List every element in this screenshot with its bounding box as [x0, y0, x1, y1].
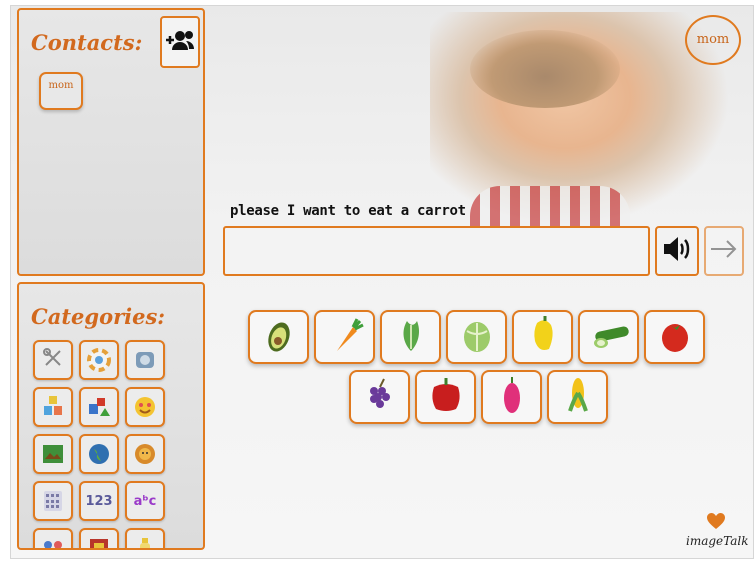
food-tile[interactable]: [314, 310, 375, 364]
food-tile[interactable]: [481, 370, 542, 424]
avocado-icon: [257, 313, 301, 361]
lettuce-icon: [389, 313, 433, 361]
food-tile[interactable]: [415, 370, 476, 424]
letters-icon: aᵇc: [133, 493, 157, 509]
category-tile[interactable]: [79, 434, 119, 474]
contacts-title: Contacts:: [31, 30, 143, 55]
hero-image-shirt: [470, 186, 630, 226]
sentence-text: please I want to eat a carrot: [230, 203, 466, 219]
speaker-icon: [661, 233, 693, 269]
categories-title: Categories:: [31, 304, 166, 329]
lion-icon: [132, 441, 158, 467]
category-tile[interactable]: [79, 340, 119, 380]
add-contact-icon: [164, 28, 196, 56]
next-button[interactable]: [704, 226, 744, 276]
corn-icon: [556, 373, 600, 421]
category-tile[interactable]: [33, 481, 73, 521]
yellow-pepper-icon: [521, 313, 565, 361]
brand-logo: imageTalk: [686, 512, 749, 552]
book-icon: [86, 535, 112, 548]
category-tile[interactable]: [79, 387, 119, 427]
brand-name: imageTalk: [686, 534, 749, 548]
cucumber-icon: [587, 313, 631, 361]
food-tile[interactable]: [446, 310, 507, 364]
appliance-icon: [132, 347, 158, 373]
contact-mom-button[interactable]: mom: [39, 72, 83, 110]
numbers-icon: 123: [85, 493, 113, 509]
contacts-panel: Contacts: mom: [17, 8, 205, 276]
category-tile[interactable]: [125, 434, 165, 474]
calculator-icon: [40, 488, 66, 514]
food-tile[interactable]: [547, 370, 608, 424]
food-tile[interactable]: [644, 310, 705, 364]
tomato-icon: [653, 313, 697, 361]
active-contact-button[interactable]: mom: [685, 15, 741, 65]
grapes-icon: [358, 373, 402, 421]
category-tile[interactable]: [125, 387, 165, 427]
hero-image-hair: [470, 30, 620, 108]
color-wheel-icon: [86, 347, 112, 373]
utensils-icon: [40, 347, 66, 373]
category-tile[interactable]: [79, 528, 119, 548]
food-tile[interactable]: [578, 310, 639, 364]
category-tile[interactable]: aᵇc: [125, 481, 165, 521]
category-tile[interactable]: [33, 340, 73, 380]
food-tile[interactable]: [380, 310, 441, 364]
globe-icon: [86, 441, 112, 467]
category-tile[interactable]: [33, 387, 73, 427]
food-tile[interactable]: [248, 310, 309, 364]
red-pepper-icon: [424, 373, 468, 421]
categories-grid: 123 aᵇc: [33, 340, 165, 548]
category-tile[interactable]: [33, 434, 73, 474]
category-tile[interactable]: [33, 528, 73, 548]
food-row-1: [248, 310, 705, 364]
carrot-icon: [323, 313, 367, 361]
arrow-right-icon: [709, 239, 739, 263]
smiley-face-icon: [132, 394, 158, 420]
nature-picture-icon: [40, 441, 66, 467]
food-row-2: [349, 370, 608, 424]
category-tile[interactable]: 123: [79, 481, 119, 521]
categories-panel: Categories: 123 aᵇc: [17, 282, 205, 550]
shapes-icon: [86, 394, 112, 420]
people-icon: [40, 535, 66, 548]
speak-button[interactable]: [655, 226, 699, 276]
toy-blocks-icon: [40, 394, 66, 420]
category-tile[interactable]: [125, 528, 165, 548]
message-input[interactable]: [223, 226, 650, 276]
food-tile[interactable]: [512, 310, 573, 364]
category-tile[interactable]: [125, 340, 165, 380]
pink-fruit-icon: [490, 373, 534, 421]
bottle-icon: [132, 535, 158, 548]
heart-icon: [707, 513, 725, 529]
cabbage-icon: [455, 313, 499, 361]
add-contact-button[interactable]: [160, 16, 200, 68]
food-tile[interactable]: [349, 370, 410, 424]
